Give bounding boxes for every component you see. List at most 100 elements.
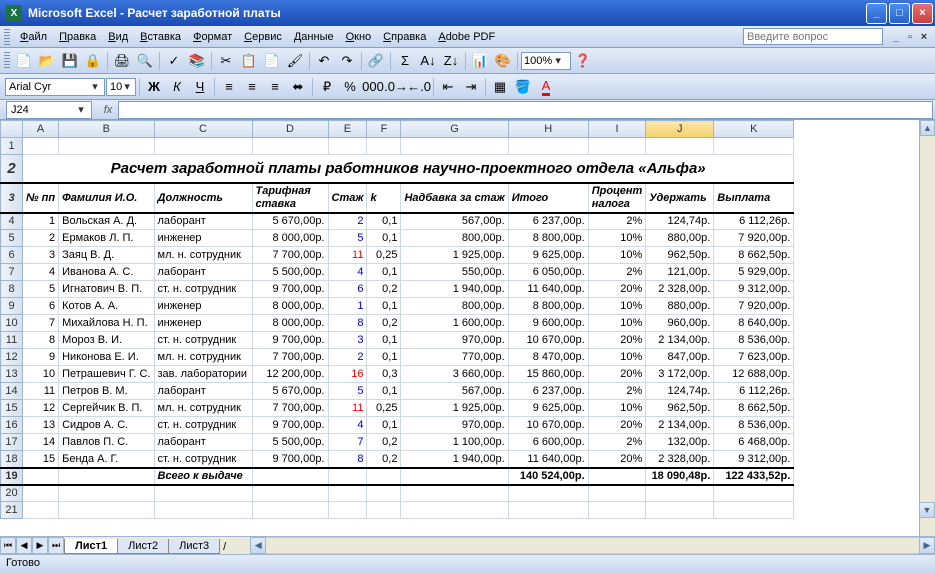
vertical-scrollbar[interactable]: ▲ ▼ — [919, 120, 935, 536]
col-header-E[interactable]: E — [328, 121, 367, 138]
col-header-B[interactable]: B — [59, 121, 154, 138]
cell[interactable]: 8 000,00р. — [252, 298, 328, 315]
cell[interactable]: 3 — [23, 247, 59, 264]
cell[interactable]: 8 470,00р. — [508, 349, 588, 366]
scroll-right-button[interactable]: ▶ — [919, 537, 935, 554]
cell[interactable]: 9 700,00р. — [252, 281, 328, 298]
cell[interactable]: 0,1 — [367, 349, 401, 366]
select-all-corner[interactable] — [1, 121, 23, 138]
cell[interactable] — [714, 485, 794, 502]
cell[interactable]: 5 — [328, 230, 367, 247]
cell[interactable] — [59, 485, 154, 502]
cell[interactable]: инженер — [154, 315, 252, 332]
cell[interactable] — [588, 485, 646, 502]
align-right-button[interactable]: ≡ — [264, 76, 286, 98]
cell[interactable]: 10% — [588, 230, 646, 247]
cell[interactable]: 2 — [328, 349, 367, 366]
italic-button[interactable]: К — [166, 76, 188, 98]
row-header[interactable]: 13 — [1, 366, 23, 383]
cell[interactable]: 10% — [588, 349, 646, 366]
minimize-button[interactable]: _ — [866, 3, 887, 24]
cell[interactable]: 9 700,00р. — [252, 332, 328, 349]
cell[interactable]: 20% — [588, 451, 646, 468]
col-header-G[interactable]: G — [401, 121, 508, 138]
cell[interactable]: 15 860,00р. — [508, 366, 588, 383]
row-header[interactable]: 16 — [1, 417, 23, 434]
cell[interactable]: Павлов П. С. — [59, 434, 154, 451]
cell[interactable]: 9 700,00р. — [252, 417, 328, 434]
cell[interactable]: 2 — [328, 213, 367, 230]
cell[interactable]: ст. н. сотрудник — [154, 451, 252, 468]
cell[interactable]: 20% — [588, 366, 646, 383]
research-button[interactable]: 📚 — [186, 50, 208, 72]
cell[interactable]: лаборант — [154, 434, 252, 451]
menu-справка[interactable]: Справка — [377, 28, 432, 46]
cell[interactable]: Михайлова Н. П. — [59, 315, 154, 332]
cell[interactable]: 960,00р. — [646, 315, 714, 332]
cell[interactable]: 2 134,00р. — [646, 417, 714, 434]
row-header[interactable]: 17 — [1, 434, 23, 451]
fill-color-button[interactable]: 🪣 — [512, 76, 534, 98]
cell[interactable]: Сергейчик В. П. — [59, 400, 154, 417]
cell[interactable]: 1 940,00р. — [401, 281, 508, 298]
cell[interactable]: 5 500,00р. — [252, 434, 328, 451]
header-cell[interactable]: Стаж — [328, 183, 367, 213]
cell[interactable]: 8 662,50р. — [714, 247, 794, 264]
tab-first-button[interactable]: ⏮ — [0, 537, 16, 554]
menu-сервис[interactable]: Сервис — [238, 28, 288, 46]
col-header-J[interactable]: J — [646, 121, 714, 138]
cell[interactable]: 2 328,00р. — [646, 281, 714, 298]
cell[interactable]: Вольская А. Д. — [59, 213, 154, 230]
cell[interactable]: 4 — [328, 264, 367, 281]
menu-adobe pdf[interactable]: Adobe PDF — [432, 28, 501, 46]
cell[interactable]: 8 000,00р. — [252, 315, 328, 332]
cell[interactable]: 2 328,00р. — [646, 451, 714, 468]
cell[interactable]: 7 — [23, 315, 59, 332]
cell[interactable] — [367, 485, 401, 502]
header-cell[interactable]: Тарифная ставка — [252, 183, 328, 213]
header-cell[interactable]: Удержать — [646, 183, 714, 213]
bold-button[interactable]: Ж — [143, 76, 165, 98]
print-button[interactable]: 🖨 — [111, 50, 133, 72]
cell[interactable]: 20% — [588, 417, 646, 434]
cell[interactable]: 2% — [588, 434, 646, 451]
cell[interactable]: 7 920,00р. — [714, 298, 794, 315]
cell[interactable]: 0,1 — [367, 417, 401, 434]
cell[interactable]: 3 — [328, 332, 367, 349]
horizontal-scrollbar[interactable]: ◀ ▶ — [250, 537, 935, 554]
cell[interactable]: 15 — [23, 451, 59, 468]
cell[interactable]: 10% — [588, 298, 646, 315]
cell[interactable]: 1 100,00р. — [401, 434, 508, 451]
cell[interactable]: 9 312,00р. — [714, 281, 794, 298]
cell[interactable]: ст. н. сотрудник — [154, 281, 252, 298]
row-header[interactable]: 3 — [1, 183, 23, 213]
cell[interactable]: 14 — [23, 434, 59, 451]
cell[interactable]: 7 700,00р. — [252, 400, 328, 417]
menu-файл[interactable]: Файл — [14, 28, 53, 46]
cell[interactable]: 970,00р. — [401, 332, 508, 349]
autosum-button[interactable]: Σ — [394, 50, 416, 72]
cell[interactable]: ст. н. сотрудник — [154, 417, 252, 434]
cell[interactable] — [714, 502, 794, 519]
cell[interactable]: 8 536,00р. — [714, 417, 794, 434]
cell[interactable]: 9 600,00р. — [508, 315, 588, 332]
cell[interactable]: мл. н. сотрудник — [154, 349, 252, 366]
sort-asc-button[interactable]: A↓ — [417, 50, 439, 72]
cell[interactable] — [508, 485, 588, 502]
new-button[interactable]: 📄 — [13, 50, 35, 72]
header-cell[interactable]: Должность — [154, 183, 252, 213]
cell[interactable]: 8 800,00р. — [508, 230, 588, 247]
cell[interactable]: 6 050,00р. — [508, 264, 588, 281]
cell[interactable]: 11 — [328, 400, 367, 417]
cell[interactable]: 7 700,00р. — [252, 349, 328, 366]
cell[interactable]: лаборант — [154, 383, 252, 400]
cell[interactable]: 962,50р. — [646, 400, 714, 417]
menu-формат[interactable]: Формат — [187, 28, 238, 46]
open-button[interactable]: 📂 — [36, 50, 58, 72]
cell[interactable]: 1 925,00р. — [401, 400, 508, 417]
cell[interactable]: 121,00р. — [646, 264, 714, 281]
col-header-I[interactable]: I — [588, 121, 646, 138]
cell[interactable]: 11 — [23, 383, 59, 400]
row-header[interactable]: 5 — [1, 230, 23, 247]
cell[interactable]: 6 112,26р. — [714, 213, 794, 230]
